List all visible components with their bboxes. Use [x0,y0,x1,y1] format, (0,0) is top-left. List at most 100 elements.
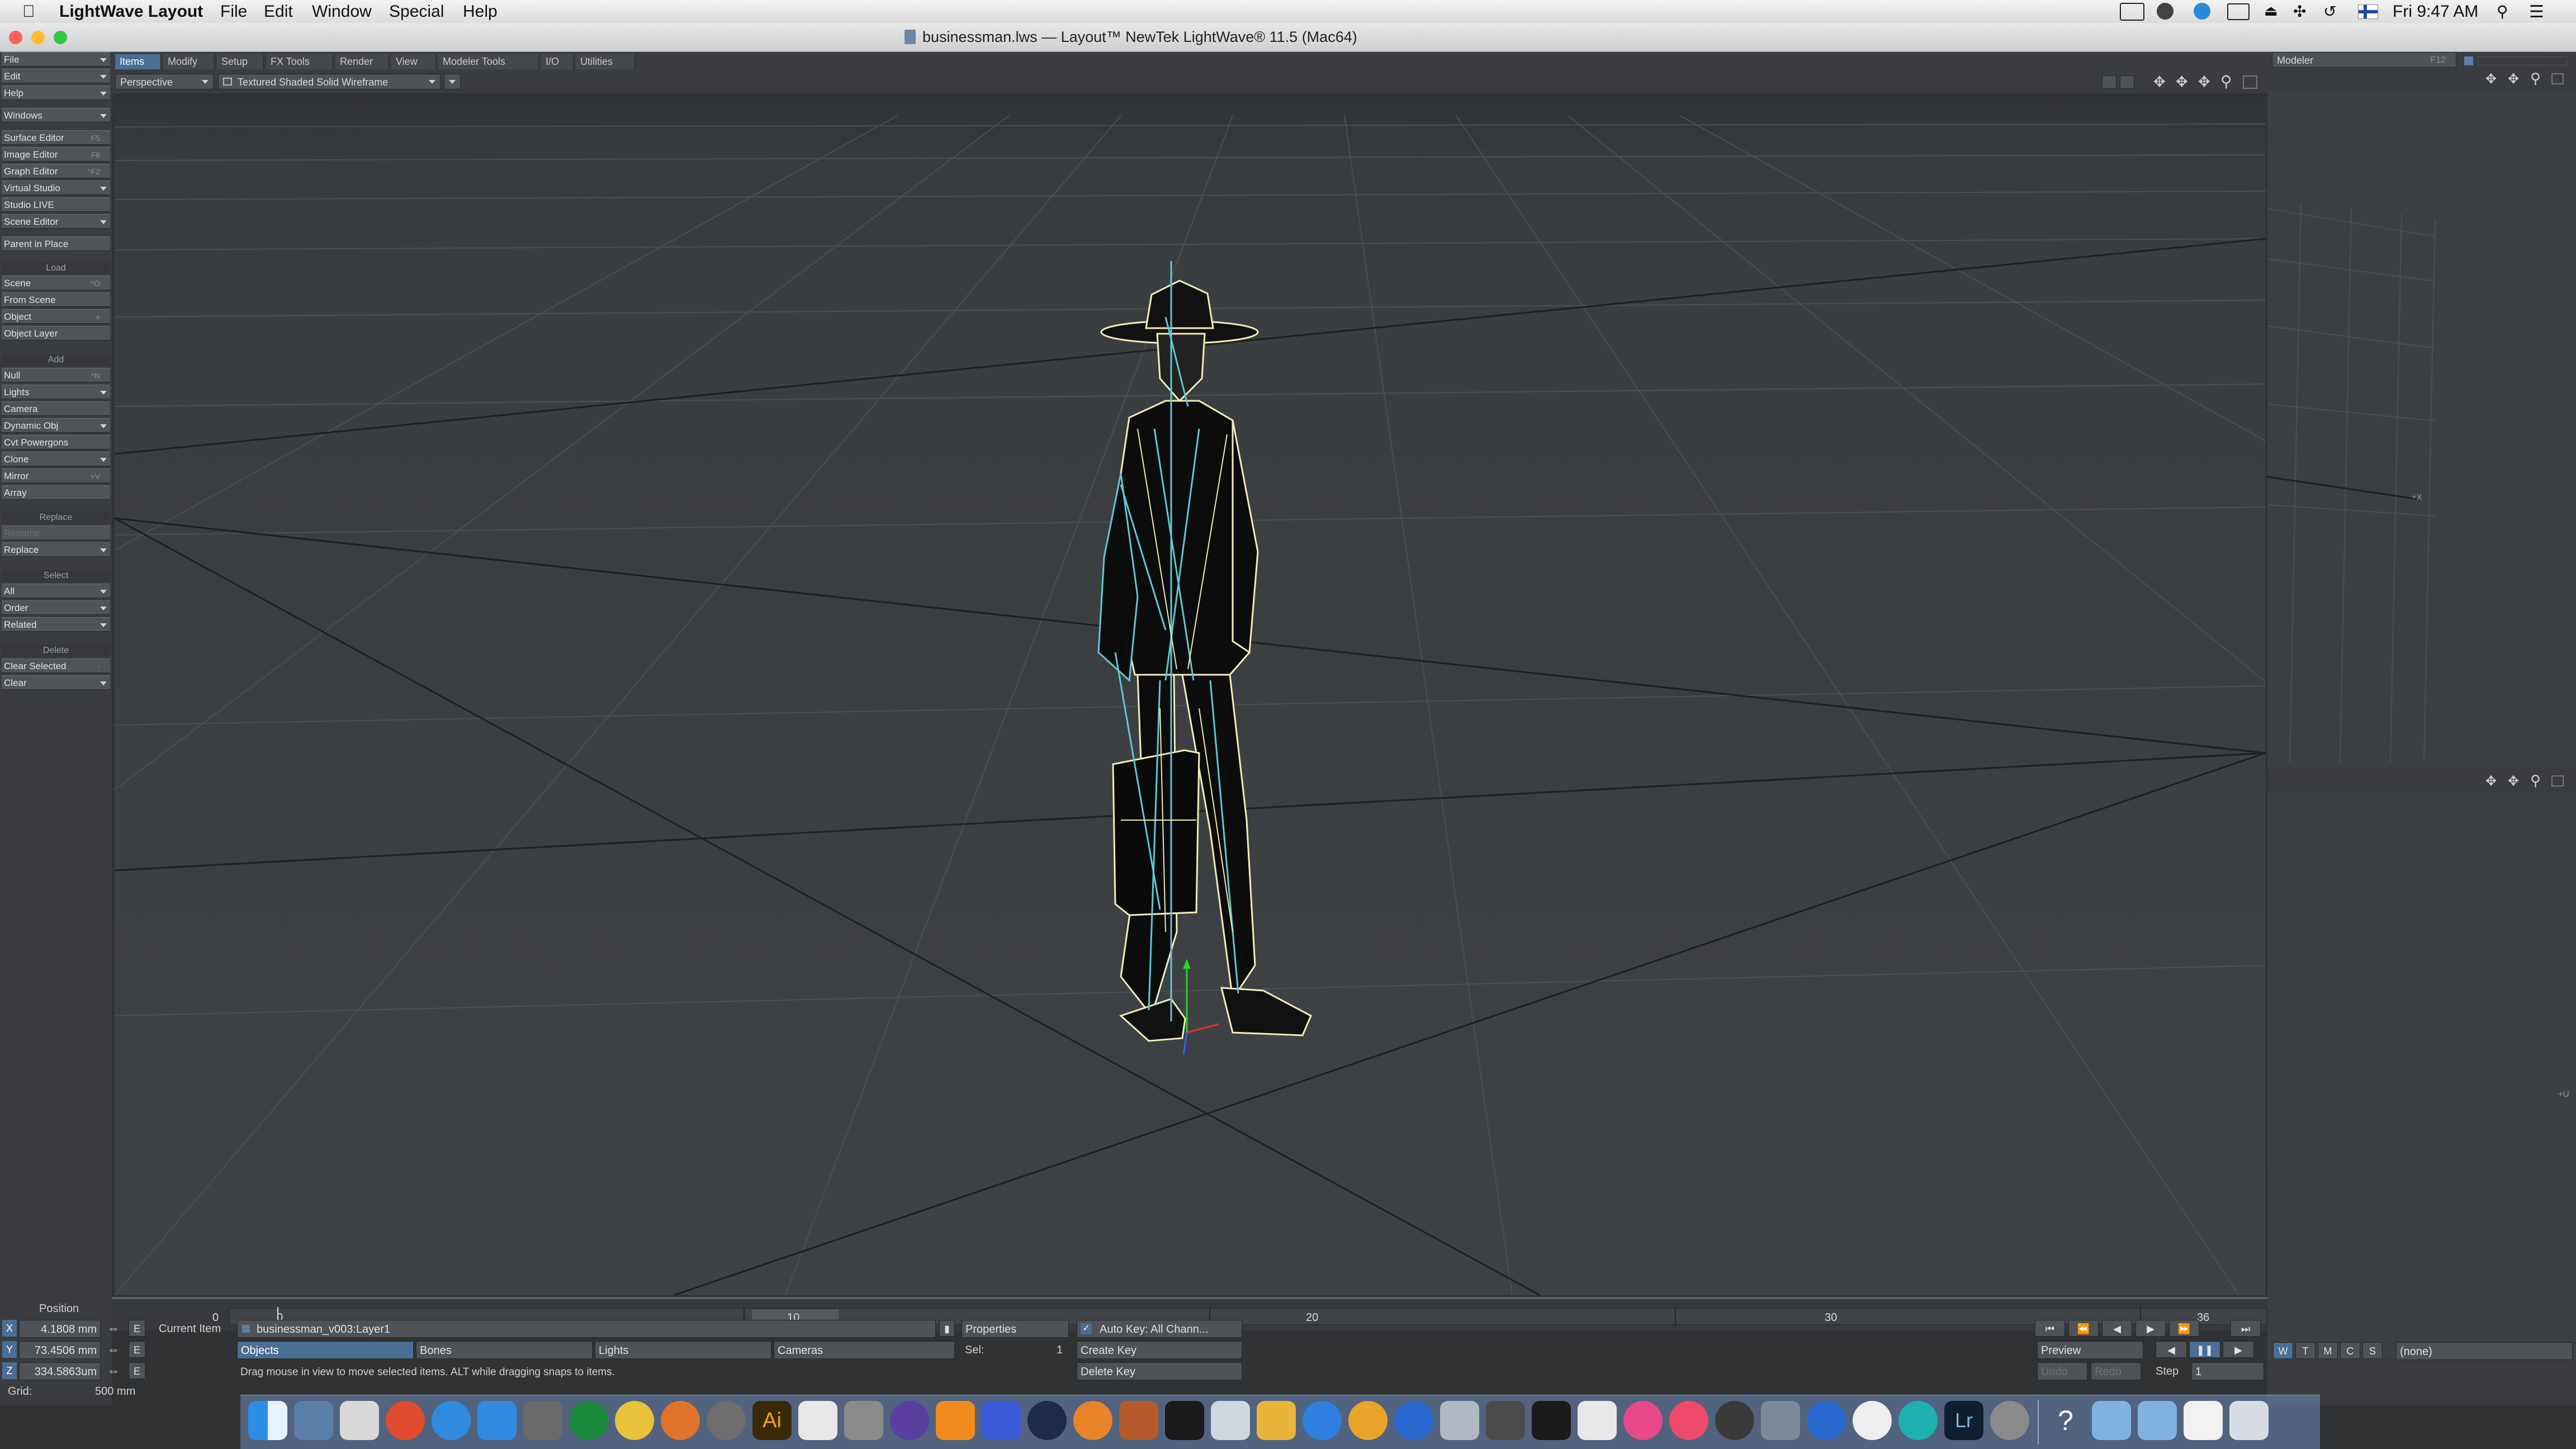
zoom-view-icon[interactable]: ⚲ [2530,70,2541,87]
minimize-window-button[interactable] [31,31,45,44]
terminal-icon[interactable] [1165,1401,1204,1440]
move-view-icon[interactable]: ✥ [2485,773,2497,789]
tab-items[interactable]: Items [115,54,161,69]
clear-button[interactable]: Clear [2,675,110,690]
help-menu-button[interactable]: Help [2,86,110,100]
modeler-select[interactable]: Modeler F12 [2272,52,2456,68]
tab-fx-tools[interactable]: FX Tools [266,54,333,69]
properties-button[interactable]: Properties [962,1320,1069,1338]
image-editor-button[interactable]: Image Editor F6 [2,147,110,162]
s-toggle[interactable]: S [2362,1342,2383,1359]
parent-in-place-toggle[interactable]: Parent in Place [2,236,110,251]
app-icon[interactable] [890,1401,929,1440]
preview-app-icon[interactable] [294,1401,333,1440]
preview-select[interactable]: Preview [2037,1341,2143,1359]
finder-icon[interactable] [248,1401,287,1440]
rotate-view-icon[interactable]: ✥ [2176,73,2188,91]
clone-button[interactable]: Clone [2,452,110,466]
auto-key-toggle[interactable]: ✓ Auto Key: All Chann... [1077,1320,1242,1338]
display-icon[interactable] [2227,3,2250,20]
activity-monitor-icon[interactable] [1532,1401,1571,1440]
app-icon[interactable] [1303,1401,1342,1440]
quicktime-icon[interactable] [1807,1401,1846,1440]
go-to-end-button[interactable]: ⏭ [2231,1320,2261,1337]
app-icon[interactable] [1486,1401,1525,1440]
z-axis-toggle[interactable]: Z [2,1362,17,1379]
surface-editor-button[interactable]: Surface Editor F5 [2,130,110,145]
layer-bank-bar[interactable] [2478,56,2567,65]
item-picker-button[interactable]: ▮ [939,1320,955,1337]
app-icon[interactable] [1348,1401,1388,1440]
envelope-e-button[interactable]: E [129,1320,145,1337]
eject-icon[interactable]: ⏏ [2264,2,2278,20]
creative-cloud-icon[interactable] [2157,3,2174,20]
w-toggle[interactable]: W [2273,1342,2293,1359]
edit-menu-button[interactable]: Edit [2,69,110,83]
app-icon[interactable] [1715,1401,1754,1440]
tab-io[interactable]: I/O [541,54,574,69]
photos-icon[interactable] [1623,1401,1663,1440]
app-icon[interactable] [1211,1401,1250,1440]
cvt-powergons-button[interactable]: Cvt Powergons [2,435,110,449]
windows-menu-button[interactable]: Windows [2,108,110,122]
vlc-icon[interactable] [936,1401,975,1440]
firefox-icon[interactable] [661,1401,700,1440]
illustrator-icon[interactable]: Ai [752,1401,792,1440]
next-frame-button[interactable]: ▶ [2135,1320,2166,1337]
app-name-menu[interactable]: LightWave Layout [59,2,203,21]
add-dynamic-obj-button[interactable]: Dynamic Obj [2,418,110,433]
tab-render[interactable]: Render [335,54,389,69]
x-axis-toggle[interactable]: X [2,1320,17,1337]
rename-button[interactable]: Rename [2,525,110,540]
position-x-field[interactable]: 4.1808 mm [19,1320,101,1338]
tab-modeler-tools[interactable]: Modeler Tools [438,54,539,69]
maximize-viewport-icon[interactable] [2551,775,2564,787]
app-icon[interactable] [844,1401,883,1440]
perspective-viewport[interactable] [115,93,2266,1295]
rotate-view-icon[interactable]: ✥ [2508,773,2519,789]
go-to-start-button[interactable]: ⏮ [2035,1320,2065,1337]
app-icon[interactable] [1257,1401,1296,1440]
add-camera-button[interactable]: Camera [2,401,110,416]
lights-tab[interactable]: Lights [595,1341,771,1359]
virtual-studio-button[interactable]: Virtual Studio [2,181,110,195]
load-object-layer-button[interactable]: Object Layer [2,326,110,340]
help-icon[interactable]: ? [2046,1401,2085,1440]
drag-arrows-icon[interactable]: ⇔ [107,1363,120,1378]
menu-edit[interactable]: Edit [264,2,293,21]
documents-folder-icon[interactable] [2138,1401,2177,1440]
delete-key-button[interactable]: Delete Key [1077,1362,1242,1380]
redo-button[interactable]: Redo [2091,1362,2141,1380]
app-icon[interactable] [1898,1401,1938,1440]
step-field[interactable]: 1 [2191,1362,2264,1380]
tab-view[interactable]: View [391,54,436,69]
close-window-button[interactable] [9,31,22,44]
lightwave-icon[interactable] [1990,1401,2029,1440]
zoom-view-icon[interactable]: ⚲ [2530,772,2541,789]
viewport-options-button[interactable] [444,74,461,89]
safari-icon[interactable] [432,1401,471,1440]
select-order-button[interactable]: Order [2,600,110,615]
nvidia-status-icon[interactable] [2120,3,2144,21]
mirror-button[interactable]: Mirror +V [2,468,110,483]
system-preferences-icon[interactable] [707,1401,746,1440]
graph-editor-button[interactable]: Graph Editor ^F2 [2,164,110,178]
cinema4d-icon[interactable] [1027,1401,1067,1440]
app-icon[interactable] [1440,1401,1479,1440]
envelope-e-button[interactable]: E [129,1341,145,1358]
move-view-icon[interactable]: ✥ [2153,73,2166,91]
clear-selected-button[interactable]: Clear Selected - [2,659,110,673]
current-item-select[interactable]: businessman_v003:Layer1 [237,1320,936,1338]
time-machine-icon[interactable]: ↺ [2323,2,2336,21]
bluetooth-icon[interactable]: ✣ [2293,2,2306,21]
undo-button[interactable]: Undo [2037,1362,2087,1380]
add-null-button[interactable]: Null ^N [2,368,110,382]
add-lights-button[interactable]: Lights [2,385,110,399]
studio-live-button[interactable]: Studio LIVE [2,197,110,212]
layer-icon[interactable] [2464,56,2473,65]
apple-icon[interactable]:  [22,2,35,21]
none-select[interactable]: (none) [2396,1342,2573,1360]
flag-icon[interactable] [2358,4,2378,19]
app-icon[interactable] [1394,1401,1433,1440]
app-icon[interactable] [1119,1401,1158,1440]
